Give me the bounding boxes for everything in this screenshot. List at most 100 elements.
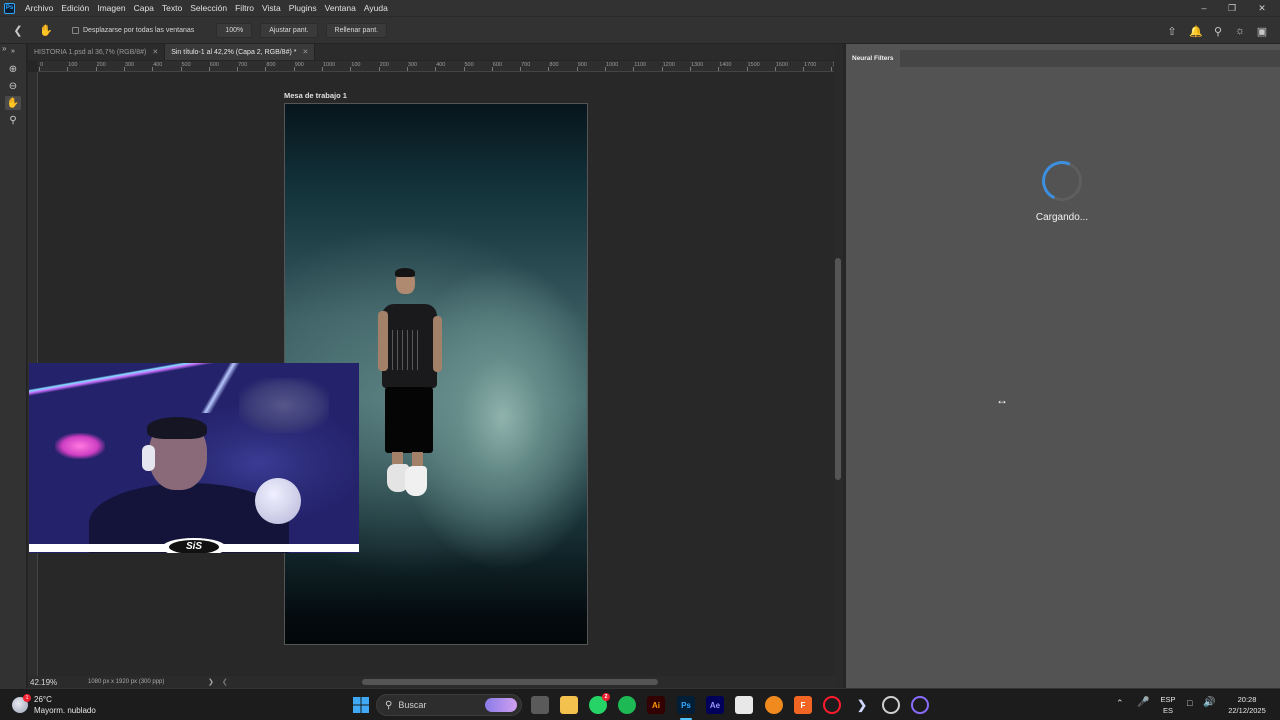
restore-icon[interactable]: ❐ bbox=[1218, 0, 1246, 16]
menu-vista[interactable]: Vista bbox=[258, 3, 285, 13]
minimize-icon[interactable]: – bbox=[1190, 0, 1218, 16]
after-effects-icon[interactable]: Ae bbox=[706, 696, 724, 714]
menu-plugins[interactable]: Plugins bbox=[285, 3, 321, 13]
zoom-tool-icon[interactable]: ⚲ bbox=[5, 113, 21, 127]
zoom-in-icon[interactable]: ⊕ bbox=[5, 62, 21, 76]
menu-capa[interactable]: Capa bbox=[130, 3, 158, 13]
spotify-icon[interactable] bbox=[618, 696, 636, 714]
illustrator-icon[interactable]: Ai bbox=[647, 696, 665, 714]
fit-screen-button[interactable]: Ajustar pant. bbox=[260, 22, 318, 38]
fl-studio-icon[interactable]: F bbox=[794, 696, 812, 714]
menu-texto[interactable]: Texto bbox=[158, 3, 186, 13]
zoom-out-icon[interactable]: ⊖ bbox=[5, 79, 21, 93]
file-explorer-icon[interactable] bbox=[560, 696, 578, 714]
whatsapp-badge: 2 bbox=[602, 693, 610, 701]
hand-tool-icon[interactable]: ✋ bbox=[5, 96, 21, 110]
opera-icon[interactable] bbox=[823, 696, 841, 714]
bell-icon[interactable]: 🔔 bbox=[1186, 21, 1206, 41]
tab-historia[interactable]: HISTORIA 1.psd al 36,7% (RGB/8#) ✕ bbox=[28, 44, 166, 60]
ruler-label: 300 bbox=[124, 62, 135, 68]
horizontal-scrollbar[interactable] bbox=[362, 679, 658, 685]
windows-taskbar: 1 26°C Mayorm. nublado ⚲ Buscar 2 Ai Ps … bbox=[0, 688, 1280, 720]
status-chevron-icon[interactable]: ❯ bbox=[208, 678, 214, 686]
close-window-icon[interactable]: ✕ bbox=[1248, 0, 1276, 16]
lightbulb-icon[interactable]: ☼ bbox=[1230, 21, 1250, 41]
menu-bar: Ps Archivo Edición Imagen Capa Texto Sel… bbox=[0, 0, 1280, 16]
person-hair bbox=[395, 268, 415, 277]
person-shorts bbox=[385, 387, 433, 453]
tab-label: Sin título-1 al 42,2% (Capa 2, RGB/8#) * bbox=[171, 48, 297, 56]
taskbar-search[interactable]: ⚲ Buscar bbox=[376, 694, 522, 716]
zoom-level[interactable]: 42.19% bbox=[30, 678, 88, 687]
ruler-tick bbox=[576, 67, 578, 71]
ruler-tick bbox=[633, 67, 635, 71]
vertical-scrollbar[interactable] bbox=[835, 258, 841, 480]
cortana-icon[interactable] bbox=[911, 696, 929, 714]
close-icon[interactable]: ✕ bbox=[302, 48, 308, 56]
weather-widget[interactable]: 1 26°C Mayorm. nublado bbox=[12, 694, 96, 716]
menu-ventana[interactable]: Ventana bbox=[321, 3, 360, 13]
microphone-icon[interactable]: 🎤 bbox=[1137, 697, 1149, 708]
person-right-leg bbox=[412, 452, 423, 466]
scroll-all-checkbox[interactable] bbox=[72, 26, 79, 34]
ruler-tick bbox=[803, 67, 805, 71]
person-hair bbox=[147, 417, 207, 439]
close-icon[interactable]: ✕ bbox=[152, 48, 158, 56]
ruler-tick bbox=[435, 67, 437, 71]
ruler-tick bbox=[39, 67, 40, 71]
capcut-icon[interactable]: ❯ bbox=[853, 696, 871, 714]
photoshop-taskbar-icon[interactable]: Ps bbox=[677, 696, 695, 714]
workspace-icon[interactable]: ▣ bbox=[1252, 21, 1272, 41]
search-icon[interactable]: ⚲ bbox=[1208, 21, 1228, 41]
ruler-tick bbox=[208, 67, 210, 71]
language-indicator[interactable]: ESP ES bbox=[1158, 694, 1178, 716]
whatsapp-icon[interactable]: 2 bbox=[589, 693, 610, 714]
blender-icon[interactable] bbox=[765, 696, 783, 714]
share-icon[interactable]: ⇧ bbox=[1162, 21, 1182, 41]
menu-edicion[interactable]: Edición bbox=[57, 3, 93, 13]
menu-imagen[interactable]: Imagen bbox=[93, 3, 129, 13]
tab-label: HISTORIA 1.psd al 36,7% (RGB/8#) bbox=[34, 48, 147, 56]
task-view-icon[interactable] bbox=[531, 696, 549, 714]
windows-start-icon[interactable] bbox=[352, 696, 370, 714]
network-icon[interactable]: □ bbox=[1187, 698, 1192, 708]
scroll-all-windows-option[interactable]: Desplazarse por todas las ventanas bbox=[72, 26, 195, 34]
scroll-left-icon[interactable]: ❮ bbox=[222, 678, 228, 686]
fill-screen-button[interactable]: Rellenar pant. bbox=[325, 22, 388, 38]
time: 20:28 bbox=[1237, 695, 1257, 704]
tray-chevron-icon[interactable]: ⌃ bbox=[1116, 698, 1124, 709]
webcam-overlay-layer[interactable]: SiS bbox=[29, 363, 359, 553]
search-icon: ⚲ bbox=[385, 699, 393, 711]
hand-tool-icon[interactable]: ✋ bbox=[36, 20, 56, 40]
menu-ayuda[interactable]: Ayuda bbox=[360, 3, 392, 13]
artboard-title[interactable]: Mesa de trabajo 1 bbox=[284, 91, 347, 100]
menu-seleccion[interactable]: Selección bbox=[186, 3, 231, 13]
obs-icon[interactable] bbox=[882, 696, 900, 714]
search-placeholder: Buscar bbox=[398, 700, 427, 710]
ruler-tick bbox=[265, 67, 267, 71]
tab-neural-filters[interactable]: Neural Filters bbox=[846, 50, 900, 67]
date: 22/12/2025 bbox=[1228, 706, 1266, 715]
menu-archivo[interactable]: Archivo bbox=[21, 3, 57, 13]
ruler-label: 800 bbox=[266, 62, 276, 68]
expand-panels-icon[interactable]: » bbox=[2, 44, 6, 53]
person-left-arm bbox=[378, 311, 388, 371]
brand-logo: SiS bbox=[169, 540, 219, 553]
pink-hexagon-lights bbox=[55, 433, 105, 459]
ball-lamp bbox=[255, 478, 301, 524]
zoom-100-button[interactable]: 100% bbox=[216, 22, 253, 38]
photoshop-logo-icon[interactable]: Ps bbox=[4, 2, 15, 14]
lang-bottom: ES bbox=[1162, 706, 1173, 715]
volume-icon[interactable]: 🔊 bbox=[1203, 697, 1215, 708]
scroll-all-label: Desplazarse por todas las ventanas bbox=[83, 26, 195, 34]
menu-filtro[interactable]: Filtro bbox=[231, 3, 258, 13]
store-icon[interactable] bbox=[735, 696, 753, 714]
clock[interactable]: 20:28 22/12/2025 bbox=[1222, 694, 1272, 716]
ruler-label: 0 bbox=[40, 62, 44, 68]
expand-toolbar-icon[interactable]: » bbox=[5, 44, 21, 58]
tab-sin-titulo[interactable]: Sin título-1 al 42,2% (Capa 2, RGB/8#) *… bbox=[165, 44, 316, 60]
horizontal-ruler[interactable]: 0 100 200 300 400 500 600 700 800 900 1000 100 200 30… bbox=[38, 61, 834, 72]
document-tabs: HISTORIA 1.psd al 36,7% (RGB/8#) ✕ Sin t… bbox=[28, 44, 834, 60]
ruler-tick bbox=[661, 67, 663, 71]
back-arrow-icon[interactable]: ❮ bbox=[8, 20, 28, 40]
